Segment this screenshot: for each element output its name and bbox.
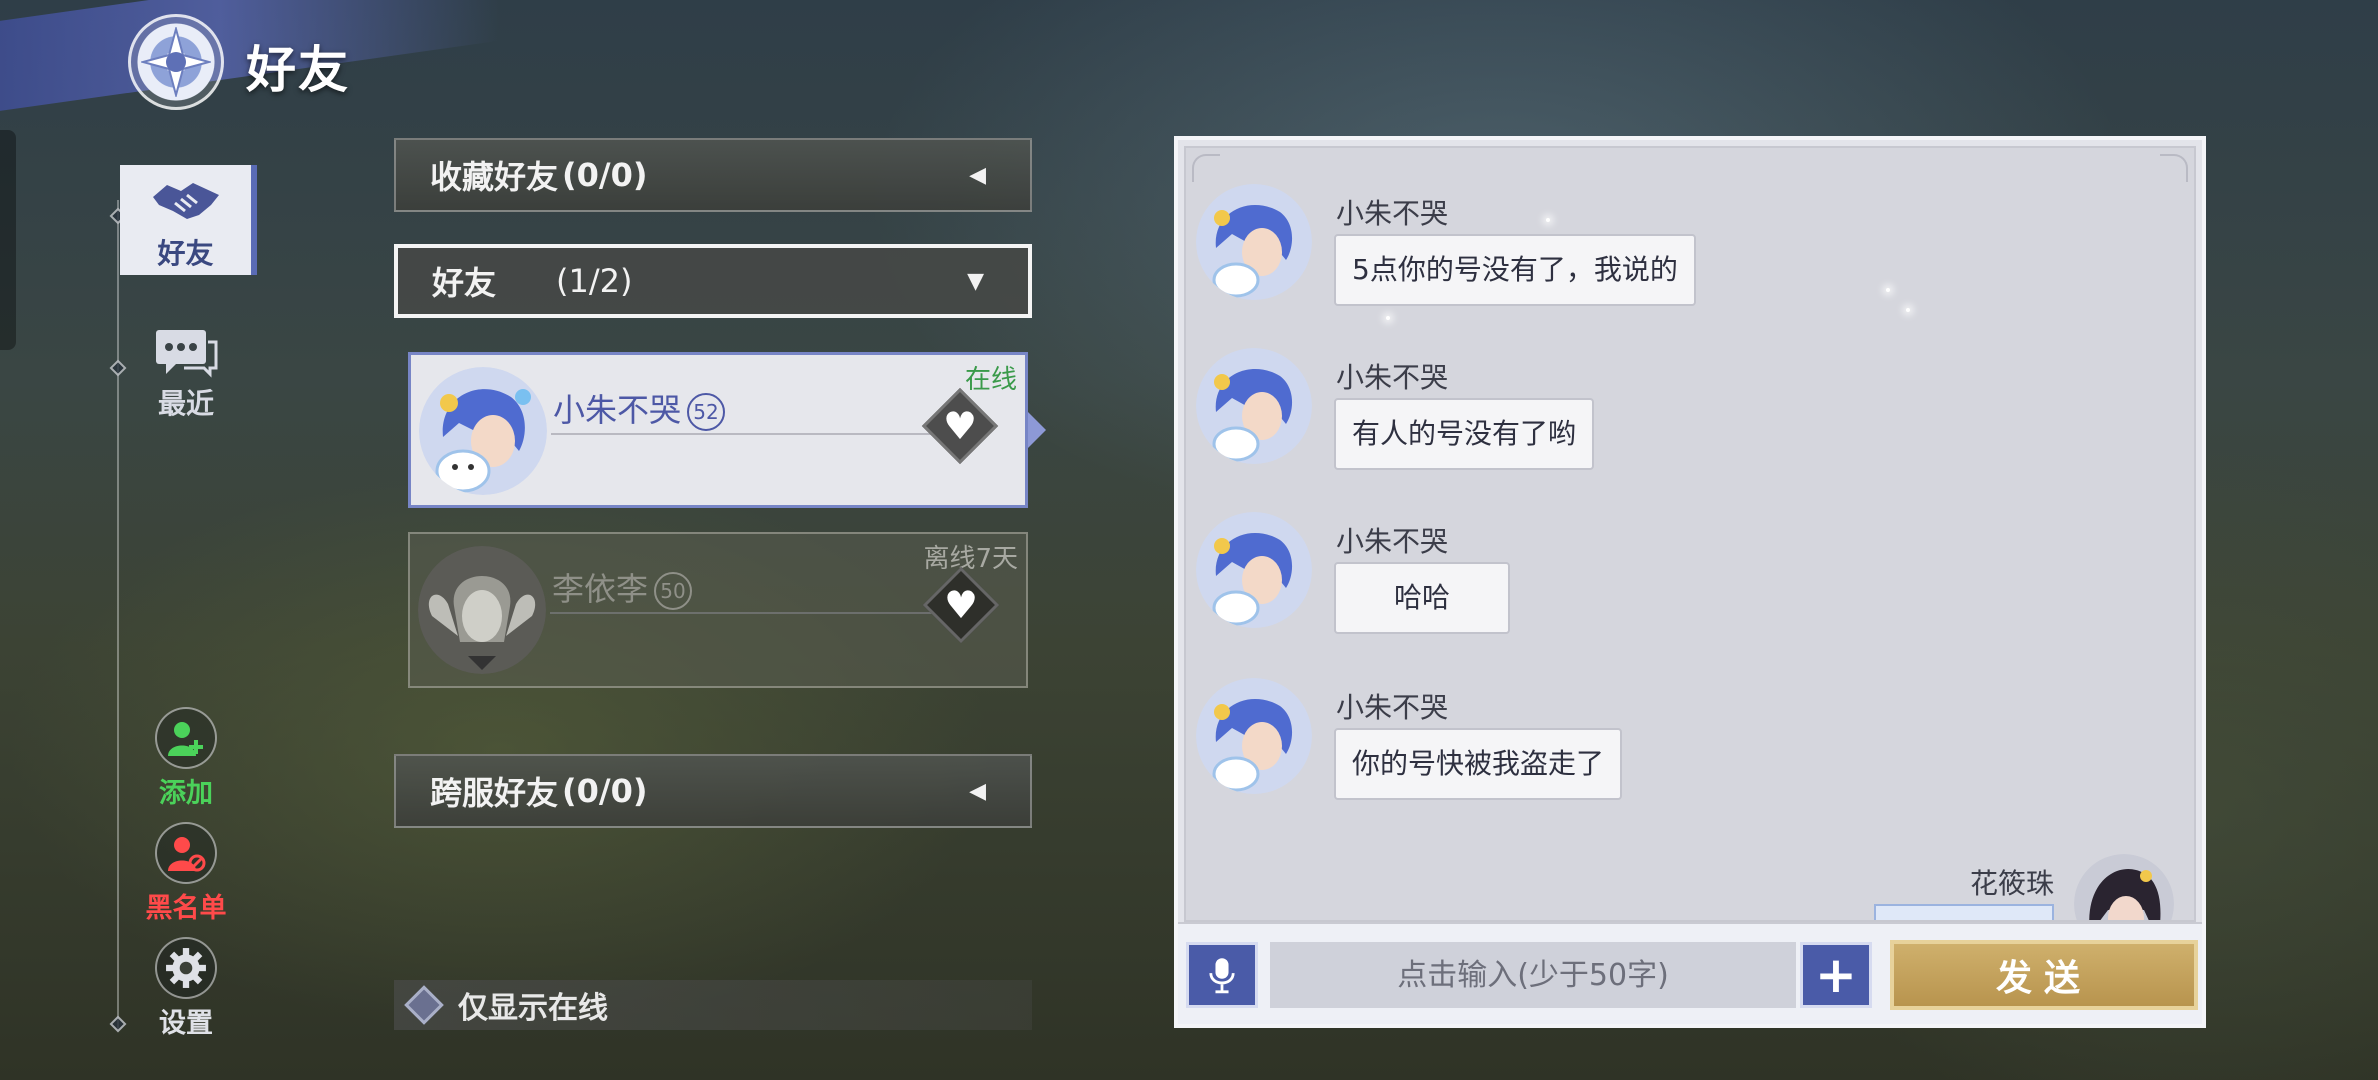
sender-avatar	[1196, 678, 1312, 794]
message-bubble: 哈哈	[1334, 562, 1511, 634]
nav-recent-label: 最近	[157, 387, 214, 420]
blacklist-label: 黑名单	[145, 893, 227, 924]
divider	[551, 433, 935, 435]
chat-panel: 小朱不哭 5点你的号没有了，我说的 小朱不哭 有人的号没有了哟 小朱不哭 哈哈 …	[1174, 136, 2206, 1028]
corner-ornament	[2160, 154, 2188, 182]
nav-dot	[109, 1015, 127, 1033]
caret-down-icon: ▼	[967, 268, 984, 294]
chat-input[interactable]	[1270, 942, 1796, 1008]
group-cross-server-label: 跨服好友	[430, 774, 559, 812]
sender-avatar	[1196, 184, 1312, 300]
sender-name: 小朱不哭	[1336, 691, 1449, 724]
group-cross-server[interactable]: 跨服好友 (0/0) ◀	[394, 754, 1032, 828]
microphone-icon	[1209, 958, 1235, 994]
blacklist-button[interactable]: 黑名单	[138, 822, 234, 925]
friend-name: 李依李 50	[552, 564, 693, 610]
voice-button[interactable]	[1186, 942, 1258, 1008]
friend-name: 小朱不哭 52	[553, 385, 726, 431]
friend-name-text: 李依李	[552, 570, 649, 608]
sender-avatar	[1196, 512, 1312, 628]
sender-avatar	[1196, 348, 1312, 464]
sender-name: 小朱不哭	[1336, 525, 1449, 558]
sparkle	[1886, 288, 1890, 292]
sparkle	[1546, 218, 1550, 222]
selected-pointer	[1028, 412, 1046, 448]
message-bubble: 你的号快被我盗走了	[1334, 728, 1623, 800]
caret-left-icon: ◀	[969, 162, 986, 188]
heart-icon: ♥	[943, 582, 979, 627]
own-avatar	[2074, 854, 2174, 920]
nav-dot	[109, 359, 127, 377]
group-favorites-label: 收藏好友	[430, 158, 559, 196]
own-message-bubble	[1874, 904, 2054, 920]
page-title: 好友	[246, 40, 350, 99]
nav-tab-friends[interactable]: 好友	[120, 165, 257, 275]
send-heart-button[interactable]: ♥	[921, 387, 999, 465]
chat-messages[interactable]: 小朱不哭 5点你的号没有了，我说的 小朱不哭 有人的号没有了哟 小朱不哭 哈哈 …	[1184, 146, 2196, 922]
group-friends-label: 好友	[432, 264, 497, 302]
friend-card[interactable]: 李依李 50 离线7天 ♥	[408, 532, 1028, 688]
sender-name: 小朱不哭	[1336, 197, 1449, 230]
send-heart-button[interactable]: ♥	[922, 566, 1000, 644]
friends-emblem-icon	[128, 14, 224, 110]
group-favorites[interactable]: 收藏好友 (0/0) ◀	[394, 138, 1032, 212]
own-name: 花筱珠	[1969, 867, 2054, 900]
sender-name: 小朱不哭	[1336, 361, 1449, 394]
chat-input-bar: + 发送	[1178, 922, 2202, 1024]
gear-icon	[155, 937, 217, 999]
plus-button[interactable]: +	[1800, 942, 1872, 1008]
send-button[interactable]: 发送	[1890, 940, 2198, 1010]
friend-status: 离线7天	[923, 544, 1018, 574]
friend-card[interactable]: 小朱不哭 52 在线 ♥	[408, 352, 1028, 508]
message-bubble: 有人的号没有了哟	[1334, 398, 1595, 470]
nav-line	[117, 200, 119, 1030]
divider	[550, 612, 936, 614]
edge-tab[interactable]	[0, 130, 16, 350]
nav-friends-label: 好友	[157, 237, 214, 270]
add-friend-button[interactable]: 添加	[146, 707, 226, 810]
group-friends-count: (1/2)	[556, 262, 633, 300]
friend-level-badge: 52	[687, 393, 726, 431]
add-user-icon	[155, 707, 217, 769]
settings-label: 设置	[159, 1008, 213, 1039]
add-label: 添加	[159, 778, 213, 809]
friend-avatar	[419, 367, 547, 495]
group-cross-server-count: (0/0)	[562, 772, 648, 810]
sparkle	[1386, 316, 1390, 320]
friend-name-text: 小朱不哭	[553, 391, 682, 429]
group-favorites-count: (0/0)	[562, 156, 648, 194]
heart-icon: ♥	[942, 403, 978, 448]
online-only-label: 仅显示在线	[458, 991, 608, 1026]
chat-bubble-icon	[154, 328, 218, 378]
message-bubble: 5点你的号没有了，我说的	[1334, 234, 1696, 306]
online-only-toggle[interactable]: 仅显示在线	[394, 980, 1032, 1030]
handshake-icon	[152, 183, 219, 219]
settings-button[interactable]: 设置	[146, 937, 226, 1040]
sparkle	[1906, 308, 1910, 312]
group-friends[interactable]: 好友 (1/2) ▼	[394, 244, 1032, 318]
plus-icon: +	[1815, 946, 1857, 1004]
checkbox-icon	[404, 985, 444, 1025]
friend-avatar	[418, 546, 546, 674]
caret-left-icon: ◀	[969, 778, 986, 804]
block-user-icon	[155, 822, 217, 884]
friend-status: 在线	[964, 365, 1017, 395]
friend-level-badge: 50	[654, 572, 693, 610]
nav-tab-recent[interactable]: 最近	[150, 328, 222, 422]
corner-ornament	[1192, 154, 1220, 182]
